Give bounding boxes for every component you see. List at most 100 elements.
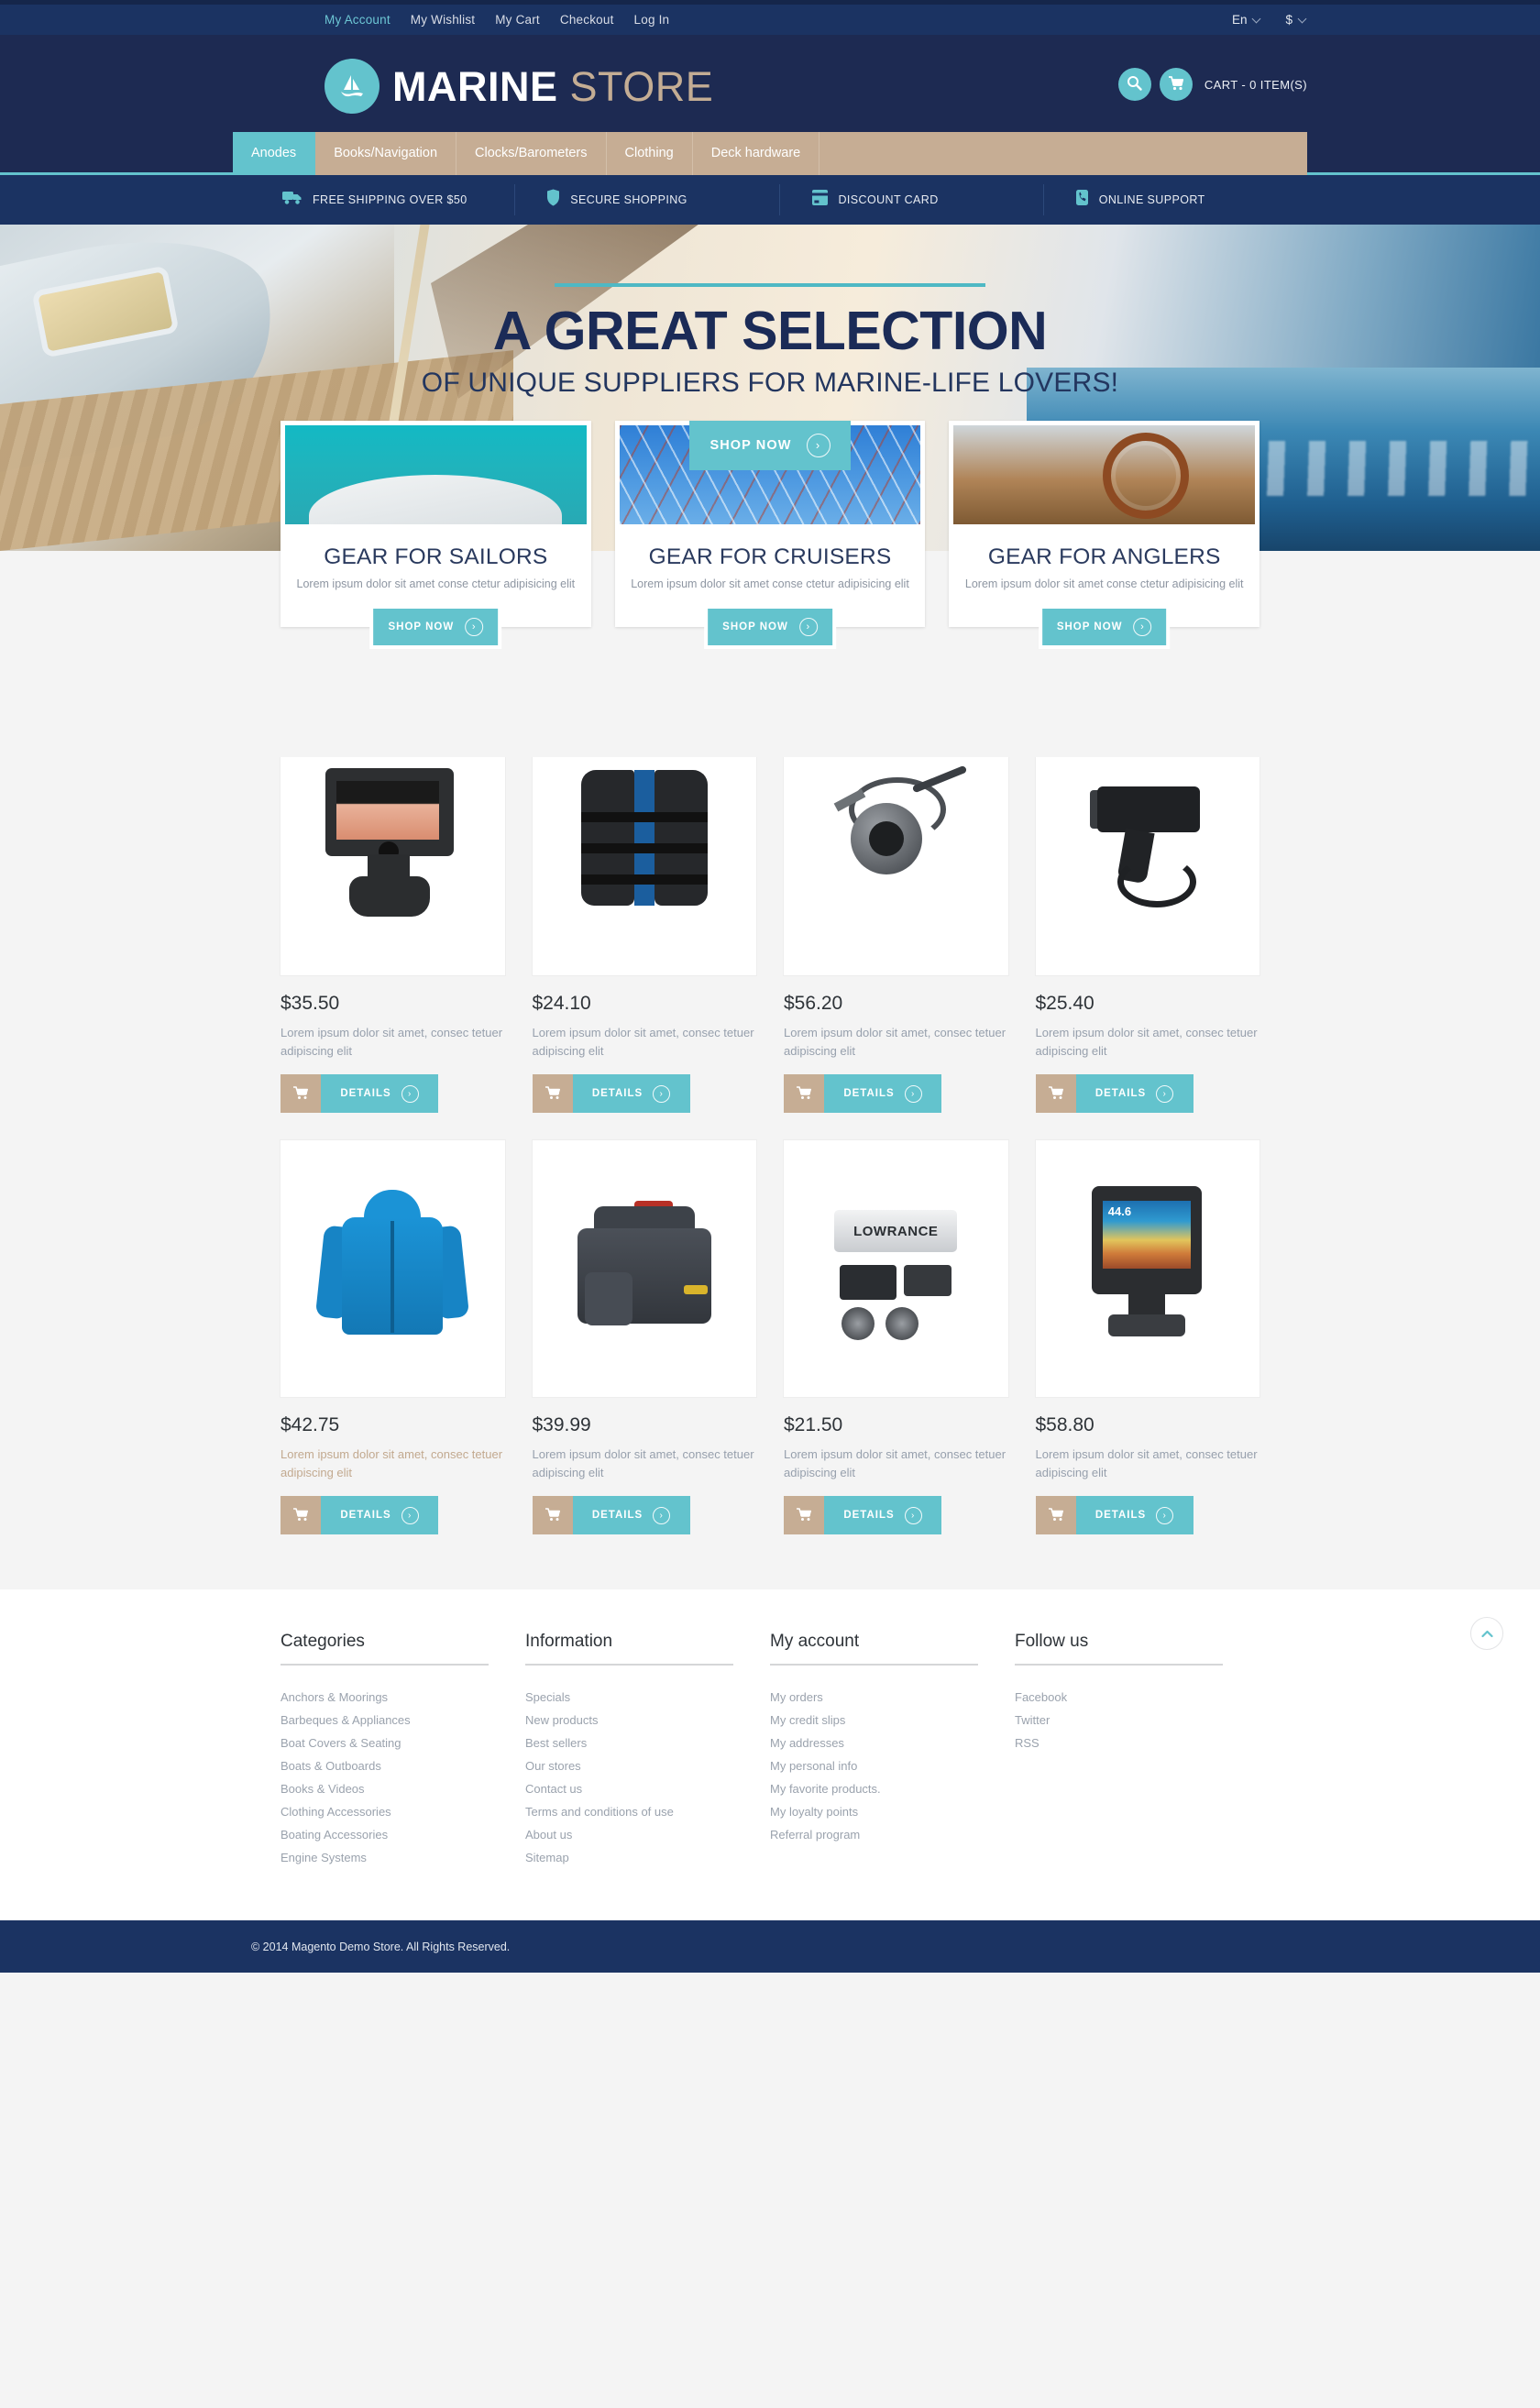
- hero-title: A GREAT SELECTION: [492, 301, 1048, 361]
- footer-link[interactable]: Engine Systems: [280, 1846, 489, 1869]
- nav-item-books-navigation[interactable]: Books/Navigation: [315, 132, 457, 175]
- product-card[interactable]: LOWRANCE $21.50 Lorem ipsum dolor sit am…: [784, 1140, 1008, 1534]
- product-image[interactable]: [1035, 719, 1260, 975]
- product-card[interactable]: $39.99 Lorem ipsum dolor sit amet, conse…: [532, 1140, 756, 1534]
- search-button[interactable]: [1117, 68, 1151, 101]
- details-button[interactable]: DETAILS ›: [572, 1496, 690, 1534]
- details-button[interactable]: DETAILS ›: [824, 1496, 941, 1534]
- footer-link[interactable]: Facebook: [1015, 1686, 1223, 1709]
- site-logo[interactable]: MARINE STORE: [324, 59, 713, 114]
- nav-item-clothing[interactable]: Clothing: [607, 132, 693, 175]
- footer-link[interactable]: Referral program: [770, 1823, 978, 1846]
- search-icon: [1127, 75, 1143, 93]
- product-description: Lorem ipsum dolor sit amet, consec tetue…: [784, 1026, 1006, 1058]
- footer-link[interactable]: Boat Covers & Seating: [280, 1732, 489, 1754]
- details-button[interactable]: DETAILS ›: [1075, 1074, 1194, 1113]
- footer-column-title: Follow us: [1015, 1632, 1089, 1651]
- top-link-checkout[interactable]: Checkout: [560, 13, 614, 27]
- nav-item-anodes[interactable]: Anodes: [233, 132, 316, 175]
- product-image[interactable]: [280, 1140, 505, 1397]
- language-selector[interactable]: En: [1232, 13, 1262, 27]
- product-image[interactable]: [532, 719, 756, 975]
- hero-shop-now-button[interactable]: SHOP NOW ›: [689, 420, 851, 470]
- add-to-cart-button[interactable]: [532, 1496, 573, 1534]
- gear-card-shop-now-button[interactable]: SHOP NOW ›: [1041, 609, 1167, 645]
- top-link-my-wishlist[interactable]: My Wishlist: [411, 13, 475, 27]
- footer-divider: [280, 1664, 489, 1666]
- top-link-my-account[interactable]: My Account: [324, 13, 390, 27]
- add-to-cart-button[interactable]: [784, 1074, 824, 1113]
- footer-link[interactable]: Twitter: [1015, 1709, 1223, 1732]
- add-to-cart-button[interactable]: [532, 1074, 573, 1113]
- cart-icon: [292, 1085, 309, 1103]
- footer-link[interactable]: My personal info: [770, 1754, 978, 1777]
- product-price: $35.50: [280, 993, 340, 1014]
- add-to-cart-button[interactable]: [280, 1074, 321, 1113]
- footer-link[interactable]: Books & Videos: [280, 1777, 489, 1800]
- footer-link[interactable]: Terms and conditions of use: [525, 1800, 733, 1823]
- details-button[interactable]: DETAILS ›: [1075, 1496, 1194, 1534]
- top-link-my-cart[interactable]: My Cart: [495, 13, 540, 27]
- top-link-log-in[interactable]: Log In: [634, 13, 670, 27]
- footer-link[interactable]: Clothing Accessories: [280, 1800, 489, 1823]
- product-card[interactable]: $56.20 Lorem ipsum dolor sit amet, conse…: [784, 719, 1008, 1113]
- product-card[interactable]: 44.6 $58.80 Lorem ipsum dolor sit amet, …: [1035, 1140, 1260, 1534]
- gear-bag-icon: [557, 1177, 732, 1360]
- nav-item-deck-hardware[interactable]: Deck hardware: [693, 132, 820, 175]
- details-label: DETAILS: [340, 1088, 391, 1099]
- product-price: $39.99: [532, 1414, 591, 1435]
- chevron-right-icon: ›: [1133, 618, 1152, 636]
- cart-icon: [1168, 75, 1184, 93]
- gear-card-shop-now-button[interactable]: SHOP NOW ›: [708, 609, 832, 645]
- product-card[interactable]: $25.40 Lorem ipsum dolor sit amet, conse…: [1035, 719, 1260, 1113]
- footer-link[interactable]: New products: [525, 1709, 733, 1732]
- footer-link[interactable]: My favorite products.: [770, 1777, 978, 1800]
- footer-link[interactable]: My credit slips: [770, 1709, 978, 1732]
- product-grid: $35.50 Lorem ipsum dolor sit amet, conse…: [233, 695, 1307, 1534]
- footer-link[interactable]: My addresses: [770, 1732, 978, 1754]
- product-card[interactable]: $42.75 Lorem ipsum dolor sit amet, conse…: [280, 1140, 505, 1534]
- product-card[interactable]: $24.10 Lorem ipsum dolor sit amet, conse…: [532, 719, 756, 1113]
- footer-link[interactable]: RSS: [1015, 1732, 1223, 1754]
- footer-link[interactable]: Specials: [525, 1686, 733, 1709]
- product-price: $21.50: [784, 1414, 843, 1435]
- product-card[interactable]: $35.50 Lorem ipsum dolor sit amet, conse…: [280, 719, 505, 1113]
- add-to-cart-button[interactable]: [1035, 1074, 1076, 1113]
- details-button[interactable]: DETAILS ›: [321, 1074, 438, 1113]
- product-image[interactable]: 44.6: [1035, 1140, 1260, 1397]
- details-button[interactable]: DETAILS ›: [572, 1074, 690, 1113]
- add-to-cart-button[interactable]: [1035, 1496, 1076, 1534]
- chevron-right-icon: ›: [904, 1506, 922, 1524]
- add-to-cart-button[interactable]: [784, 1496, 824, 1534]
- footer-link[interactable]: My orders: [770, 1686, 978, 1709]
- currency-selector[interactable]: $: [1285, 13, 1307, 27]
- footer-link[interactable]: Contact us: [525, 1777, 733, 1800]
- details-label: DETAILS: [1094, 1088, 1147, 1099]
- gear-card-title: GEAR FOR SAILORS: [324, 544, 548, 569]
- footer-link[interactable]: Anchors & Moorings: [280, 1686, 489, 1709]
- footer-link[interactable]: Boats & Outboards: [280, 1754, 489, 1777]
- details-button[interactable]: DETAILS ›: [824, 1074, 941, 1113]
- product-image[interactable]: LOWRANCE: [784, 1140, 1008, 1397]
- service-label: ONLINE SUPPORT: [1098, 193, 1205, 206]
- add-to-cart-button[interactable]: [280, 1496, 321, 1534]
- footer-link[interactable]: Sitemap: [525, 1846, 733, 1869]
- details-button[interactable]: DETAILS ›: [321, 1496, 438, 1534]
- marine-stereo-icon: LOWRANCE: [808, 1177, 983, 1360]
- gear-card-shop-now-button[interactable]: SHOP NOW ›: [373, 609, 499, 645]
- product-description: Lorem ipsum dolor sit amet, consec tetue…: [532, 1447, 754, 1479]
- footer-link[interactable]: About us: [525, 1823, 733, 1846]
- footer-link[interactable]: Our stores: [525, 1754, 733, 1777]
- footer-link[interactable]: Best sellers: [525, 1732, 733, 1754]
- product-image[interactable]: [784, 719, 1008, 975]
- footer-link[interactable]: Barbeques & Appliances: [280, 1709, 489, 1732]
- cart-summary-label[interactable]: CART - 0 ITEM(S): [1204, 78, 1307, 92]
- cart-button[interactable]: [1159, 68, 1193, 101]
- footer-link[interactable]: My loyalty points: [770, 1800, 978, 1823]
- product-image[interactable]: [280, 719, 505, 975]
- nav-item-clocks-barometers[interactable]: Clocks/Barometers: [456, 132, 607, 175]
- site-footer: Categories Anchors & Moorings Barbeques …: [0, 1589, 1540, 1920]
- product-image[interactable]: [532, 1140, 756, 1397]
- scroll-to-top-button[interactable]: [1470, 1617, 1503, 1650]
- footer-link[interactable]: Boating Accessories: [280, 1823, 489, 1846]
